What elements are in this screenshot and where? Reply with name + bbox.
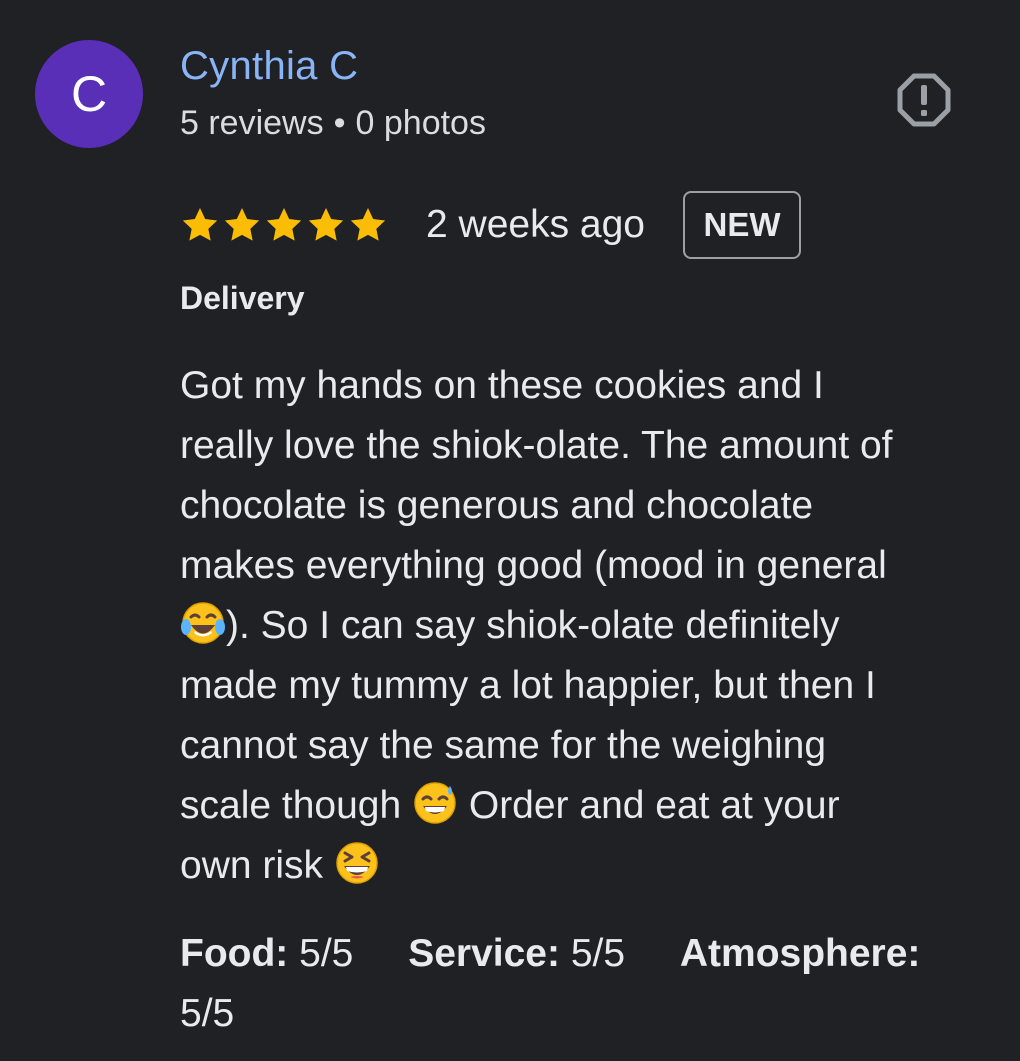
- review-text-segment: really love the shiok-olate. The amount …: [180, 424, 893, 467]
- new-badge: NEW: [682, 191, 801, 259]
- review-age: 2 weeks ago: [426, 203, 645, 246]
- review-text-segment: Got my hands on these cookies and I: [180, 364, 824, 407]
- star-icon: [350, 208, 386, 241]
- service-type: Delivery: [180, 280, 305, 316]
- photo-count: 0 photos: [355, 104, 486, 142]
- service-rating: Service: 5/5: [408, 932, 625, 975]
- atmosphere-rating-label: Atmosphere:: [679, 932, 921, 975]
- review-line: made my tummy a lot happier, but then I: [180, 656, 980, 716]
- review-line: scale though Order and eat at your: [180, 776, 980, 836]
- atmosphere-rating: Atmosphere:: [680, 932, 921, 975]
- avatar-initial: C: [70, 66, 108, 122]
- review-line: makes everything good (mood in general: [180, 536, 980, 596]
- review-line: Got my hands on these cookies and I: [180, 356, 980, 416]
- review-text-segment: makes everything good (mood in general: [180, 544, 887, 587]
- rating-row: 2 weeks ago NEW: [180, 188, 801, 262]
- star-rating: [180, 205, 388, 245]
- reviewer-name[interactable]: Cynthia C: [180, 44, 358, 89]
- food-rating-label: Food:: [180, 932, 289, 975]
- review-text-segment: own risk: [180, 844, 324, 887]
- review-line: chocolate is generous and chocolate: [180, 476, 980, 536]
- reviewer-meta: 5 reviews • 0 photos: [180, 104, 486, 143]
- report-flag-icon[interactable]: [896, 72, 952, 128]
- review-line: own risk: [180, 836, 980, 896]
- squinting-laugh-emoji-icon: [336, 842, 378, 884]
- tears-of-joy-emoji-icon: [181, 602, 225, 644]
- review-text-segment: Order and eat at your: [468, 784, 840, 827]
- star-icon: [182, 208, 218, 241]
- food-rating-value: 5/5: [299, 932, 354, 975]
- review-line: ). So I can say shiok-olate definitely: [180, 596, 980, 656]
- review-text-segment: chocolate is generous and chocolate: [180, 484, 814, 527]
- sub-ratings: Food: 5/5 Service: 5/5 Atmosphere: 5/5: [180, 924, 980, 1044]
- review-text-segment: ). So I can say shiok-olate definitely: [226, 604, 840, 647]
- review-text-segment: scale though: [180, 784, 402, 827]
- service-rating-label: Service:: [408, 932, 560, 975]
- meta-separator: •: [333, 104, 346, 142]
- atmosphere-rating-value: 5/5: [180, 992, 235, 1035]
- star-icon: [266, 208, 302, 241]
- review-count: 5 reviews: [180, 104, 324, 142]
- star-icon: [308, 208, 344, 241]
- service-rating-value: 5/5: [570, 932, 626, 975]
- avatar[interactable]: C: [35, 40, 143, 148]
- grinning-sweat-emoji-icon: [414, 782, 456, 824]
- review-text-segment: cannot say the same for the weighing: [180, 724, 827, 767]
- review-text-segment: made my tummy a lot happier, but then I: [180, 664, 876, 707]
- review-line: cannot say the same for the weighing: [180, 716, 980, 776]
- review-text: Got my hands on these cookies and I real…: [180, 356, 980, 896]
- food-rating: Food: 5/5: [180, 932, 353, 975]
- review-line: really love the shiok-olate. The amount …: [180, 416, 980, 476]
- star-icon: [224, 208, 260, 241]
